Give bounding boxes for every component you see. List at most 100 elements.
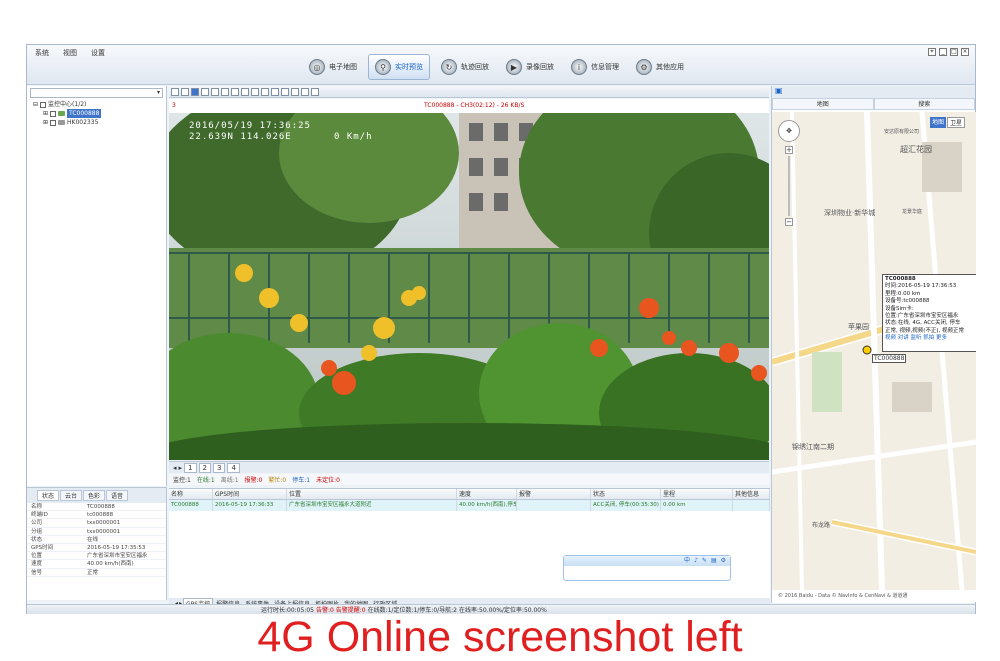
settings-icon: ⚙ bbox=[636, 59, 652, 75]
page-tab-2[interactable]: 2 bbox=[198, 462, 211, 473]
page-tab-3[interactable]: 3 bbox=[212, 462, 226, 473]
map-type-satellite[interactable]: 卫星 bbox=[947, 117, 966, 128]
video-toolbar bbox=[169, 86, 769, 98]
map-pan-control[interactable]: ✥ bbox=[778, 120, 800, 142]
tab-search[interactable]: 搜索 bbox=[873, 98, 975, 110]
camera-icon[interactable] bbox=[271, 87, 279, 96]
tree-item-hk002335[interactable]: ⊞ HK002335 bbox=[27, 118, 166, 127]
menu-bar: 系统 视图 设置 bbox=[35, 48, 105, 58]
map-label: 深圳物业·新华城 bbox=[824, 209, 876, 217]
popup-links[interactable]: 视频 对讲 监听 抓拍 更多 bbox=[885, 335, 975, 342]
info-row: 信号 正常 bbox=[27, 569, 166, 577]
map-panel-icon[interactable]: ▣ bbox=[772, 86, 783, 95]
chat-icon-1[interactable]: 中 bbox=[684, 556, 690, 566]
layout-9-icon[interactable] bbox=[191, 87, 199, 96]
page-tab-1[interactable]: 1 bbox=[184, 462, 197, 473]
device-tree: ▾ ⊟ 监控中心(1/2) ⊞ TC000888 ⊞ HK002335 bbox=[27, 86, 167, 486]
nav-electronic-map[interactable]: ◎ 电子地图 bbox=[303, 54, 363, 80]
info-key: 状态 bbox=[31, 536, 43, 543]
layout-grid-icon[interactable] bbox=[221, 87, 229, 96]
layout-1-icon[interactable] bbox=[171, 87, 179, 96]
volume-icon[interactable] bbox=[281, 87, 289, 96]
column-other-info: 其他信息 bbox=[733, 489, 770, 499]
menu-system[interactable]: 系统 bbox=[35, 48, 49, 58]
tab-map[interactable]: 地图 bbox=[772, 98, 874, 110]
play-icon[interactable] bbox=[291, 87, 299, 96]
osd-coordinates: 22.639N 114.026E bbox=[189, 132, 292, 142]
stop-icon[interactable] bbox=[261, 87, 269, 96]
stop-all-icon[interactable] bbox=[301, 87, 309, 96]
chat-icon-3[interactable]: ✎ bbox=[702, 556, 707, 566]
chat-icon-5[interactable]: ⚙ bbox=[721, 556, 726, 566]
video-frame bbox=[169, 113, 769, 460]
tab-color[interactable]: 色彩 bbox=[83, 490, 106, 501]
chevron-down-icon[interactable]: ▾ bbox=[157, 89, 160, 96]
zoom-in-icon[interactable]: + bbox=[785, 146, 793, 154]
nav-track-playback[interactable]: ↻ 轨迹回放 bbox=[435, 54, 495, 80]
cell-mileage: 0.00 km bbox=[661, 500, 733, 511]
chat-widget[interactable]: 中 ♪ ✎ ▤ ⚙ bbox=[563, 555, 731, 581]
tree-item-tc000888[interactable]: ⊞ TC000888 bbox=[27, 109, 166, 118]
cell-gps-time: 2016-05-19 17:36:33 bbox=[213, 500, 287, 511]
cell-status: ACC关闭, 停车(00:35:30) bbox=[591, 500, 661, 511]
maximize-icon[interactable]: □ bbox=[950, 48, 958, 56]
map-icon: ◎ bbox=[309, 59, 325, 75]
map-type-map[interactable]: 地图 bbox=[930, 117, 947, 128]
tab-voice[interactable]: 语音 bbox=[106, 490, 129, 501]
zoom-out-icon[interactable]: − bbox=[785, 218, 793, 226]
video-osd: 2016/05/19 17:36:25 22.639N 114.026E 0 K… bbox=[189, 121, 372, 143]
close-icon[interactable]: × bbox=[961, 48, 969, 56]
minimize-icon[interactable]: _ bbox=[939, 48, 947, 56]
status-offline: 离线:1 bbox=[220, 477, 239, 484]
video-channel-info: TC000888 - CH3(02:12) - 26 KB/S bbox=[424, 102, 525, 109]
chat-icon-4[interactable]: ▤ bbox=[711, 556, 717, 566]
osd-speed: 0 Km/h bbox=[334, 132, 373, 142]
chat-icon-2[interactable]: ♪ bbox=[694, 556, 698, 566]
tab-ptz[interactable]: 云台 bbox=[60, 490, 83, 501]
tree-root[interactable]: ⊟ 监控中心(1/2) bbox=[27, 100, 166, 109]
column-gps-time: GPS时间 bbox=[213, 489, 287, 499]
tree-search-input[interactable]: ▾ bbox=[30, 88, 163, 98]
info-row: 位置 广东省深圳市宝安区福永 bbox=[27, 552, 166, 561]
info-icon: i bbox=[571, 59, 587, 75]
menu-view[interactable]: 视图 bbox=[63, 48, 77, 58]
chat-toolbar: 中 ♪ ✎ ▤ ⚙ bbox=[564, 556, 730, 566]
checkbox[interactable] bbox=[50, 119, 57, 126]
info-value: TC000888 bbox=[87, 504, 115, 510]
zoom-slider[interactable] bbox=[788, 156, 790, 216]
snapshot-icon[interactable] bbox=[241, 87, 249, 96]
tab-status[interactable]: 状态 bbox=[37, 490, 60, 501]
map-header: ▣ bbox=[772, 86, 975, 98]
fullscreen-icon[interactable] bbox=[231, 87, 239, 96]
checkbox[interactable] bbox=[40, 101, 47, 108]
status-busy: 繁忙:0 bbox=[268, 477, 287, 484]
tree-item-label: TC000888 bbox=[67, 109, 102, 118]
vehicle-map-label[interactable]: TC000888 bbox=[872, 354, 907, 363]
map-type-toggle: 地图 卫星 bbox=[930, 117, 966, 128]
table-row[interactable]: TC000888 2016-05-19 17:36:33 广东省深圳市宝安区福永… bbox=[169, 500, 770, 511]
menu-settings[interactable]: 设置 bbox=[91, 48, 105, 58]
info-key: 位置 bbox=[31, 553, 43, 560]
nav-info-management[interactable]: i 信息管理 bbox=[565, 54, 625, 80]
vehicle-info-panel: 状态 云台 色彩 语音 名称 TC000888 终端ID tc000888 公司 txx0… bbox=[27, 487, 167, 600]
video-feed[interactable]: 2016/05/19 17:36:25 22.639N 114.026E 0 K… bbox=[169, 113, 769, 460]
pin-icon[interactable]: ⌖ bbox=[928, 48, 936, 56]
next-icon[interactable]: ▸ bbox=[179, 464, 183, 472]
layout-16-icon[interactable] bbox=[201, 87, 209, 96]
nav-other-apps[interactable]: ⚙ 其他应用 bbox=[630, 54, 690, 80]
playback-icon: ▶ bbox=[506, 59, 522, 75]
checkbox[interactable] bbox=[50, 110, 57, 117]
caption: 4G Online screenshot left bbox=[257, 613, 743, 661]
map-panel: ▣ 地图 搜索 ✥ + − 地图 卫星 超汇花园 深圳物业·新华城 苹果园 锦绣… bbox=[771, 86, 976, 603]
close-all-icon[interactable] bbox=[311, 87, 319, 96]
layout-4-icon[interactable] bbox=[181, 87, 189, 96]
page-tab-4[interactable]: 4 bbox=[227, 462, 240, 473]
nav-video-playback[interactable]: ▶ 录像回放 bbox=[500, 54, 560, 80]
nav-label: 录像回放 bbox=[526, 63, 554, 71]
cell-other-info bbox=[733, 500, 770, 511]
layout-custom-icon[interactable] bbox=[211, 87, 219, 96]
record-icon[interactable] bbox=[251, 87, 259, 96]
nav-realtime-preview[interactable]: ⚲ 实时预览 bbox=[368, 54, 430, 80]
map-view[interactable]: ✥ + − 地图 卫星 超汇花园 深圳物业·新华城 苹果园 锦绣江南二期 布龙路… bbox=[772, 112, 976, 590]
prev-icon[interactable]: ◂ bbox=[173, 464, 177, 472]
